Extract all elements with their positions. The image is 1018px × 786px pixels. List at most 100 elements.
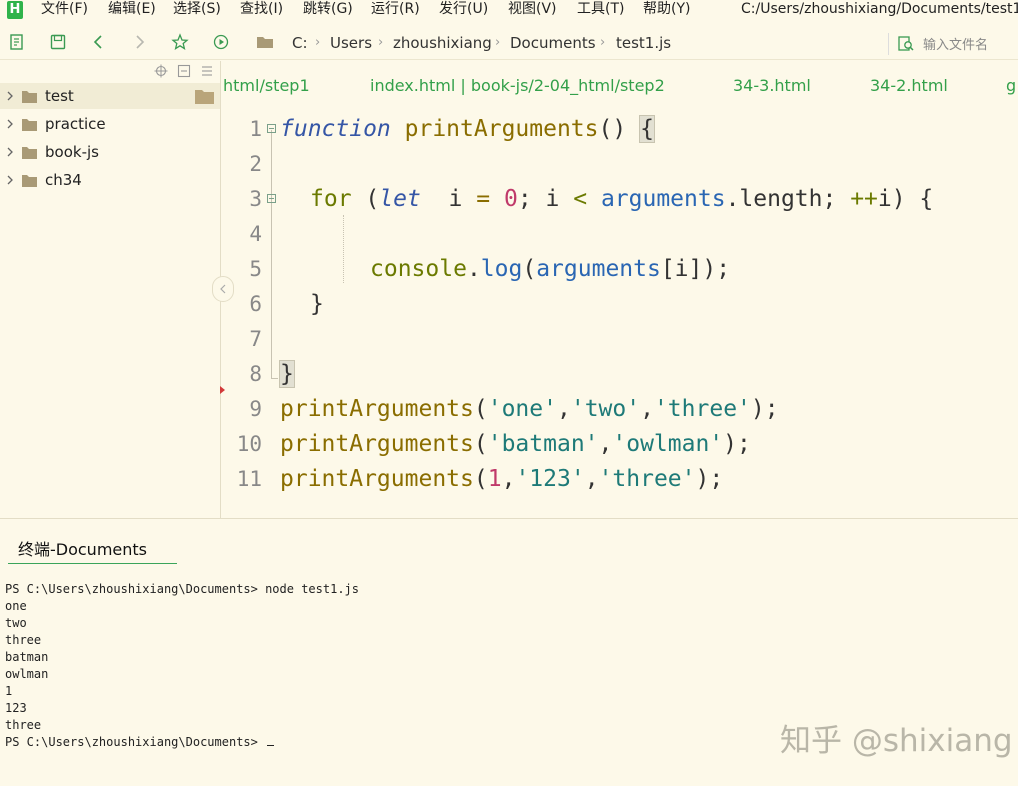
menu-help[interactable]: 帮助(Y) (643, 0, 690, 18)
menu-icon[interactable] (200, 64, 214, 78)
string: 'one' (487, 396, 557, 422)
file-search-box[interactable] (888, 33, 1018, 55)
punctuation: ( (473, 396, 488, 422)
menu-select[interactable]: 选择(S) (173, 0, 221, 18)
keyword: for (310, 186, 352, 212)
menu-tools[interactable]: 工具(T) (577, 0, 624, 18)
menu-find[interactable]: 查找(I) (240, 0, 283, 18)
code-line: 6 } (222, 286, 1018, 321)
tab-html-step1[interactable]: html/step1 (223, 76, 310, 96)
breadcrumb-chevron-icon: › (315, 35, 321, 50)
code-line: 3 for (let i = 0; i < arguments.length; … (222, 181, 1018, 216)
tree-item-test[interactable]: test (0, 83, 220, 109)
file-search-input[interactable] (923, 34, 1018, 54)
folder-icon (22, 91, 37, 103)
code-line: 9 printArguments('one','two','three'); (222, 391, 1018, 426)
menu-run[interactable]: 运行(R) (371, 0, 420, 18)
menu-edit[interactable]: 编辑(E) (108, 0, 156, 18)
new-file-icon[interactable] (8, 33, 26, 51)
matched-brace: } (279, 360, 295, 388)
code-line: 7 (222, 321, 1018, 356)
method: log (480, 256, 523, 282)
punctuation: . (466, 256, 481, 282)
function-name: printArguments (404, 116, 599, 142)
punctuation: ); (723, 431, 751, 457)
tree-item-ch34[interactable]: ch34 (0, 167, 220, 193)
run-icon[interactable] (212, 33, 230, 51)
folder-icon (22, 119, 37, 131)
toolbar: C: › Users › zhoushixiang › Documents › … (0, 26, 1018, 60)
function-call: printArguments (280, 431, 474, 457)
menu-view[interactable]: 视图(V) (508, 0, 557, 18)
fold-toggle-icon[interactable] (267, 124, 276, 133)
folder-icon (22, 175, 37, 187)
file-search-icon (898, 36, 914, 51)
locate-icon[interactable] (154, 64, 168, 78)
tree-item-label: test (45, 87, 74, 105)
punctuation: ( (473, 431, 488, 457)
breadcrumb-documents[interactable]: Documents (510, 34, 596, 52)
tree-item-book-js[interactable]: book-js (0, 139, 220, 165)
forward-icon[interactable] (130, 33, 148, 51)
string: 'batman' (487, 431, 599, 457)
line-number: 9 (249, 397, 262, 421)
menu-file[interactable]: 文件(F) (41, 0, 88, 18)
operator: = (476, 186, 491, 212)
collapse-all-icon[interactable] (177, 64, 191, 78)
tab-overflow[interactable]: g (1006, 76, 1016, 96)
tab-index-html[interactable]: index.html | book-js/2-04_html/step2 (370, 76, 665, 96)
code-text: printArguments('batman','owlman'); (280, 430, 751, 458)
string: '123' (515, 466, 585, 492)
code-line: 5 console.log(arguments[i]); (222, 251, 1018, 286)
chevron-right-icon[interactable] (5, 118, 15, 130)
breadcrumb-drive[interactable]: C: (292, 34, 308, 52)
terminal-panel: 终端-Documents PS C:\Users\zhoushixiang\Do… (0, 518, 1018, 786)
tree-item-label: ch34 (45, 171, 82, 189)
chevron-right-icon[interactable] (5, 146, 15, 158)
breadcrumb-file[interactable]: test1.js (616, 34, 671, 52)
number: 0 (503, 186, 518, 212)
line-number: 2 (249, 152, 262, 176)
line-number: 6 (249, 292, 262, 316)
star-icon[interactable] (171, 33, 189, 51)
punctuation: ( (365, 186, 380, 212)
app-logo-icon[interactable]: H (7, 1, 23, 19)
string: 'owlman' (612, 431, 724, 457)
keyword: function (280, 116, 391, 142)
punctuation: , (584, 466, 599, 492)
breadcrumb-users[interactable]: Users (330, 34, 372, 52)
punctuation: , (501, 466, 516, 492)
breadcrumb-chevron-icon: › (378, 35, 384, 50)
breadcrumb-chevron-icon: › (495, 35, 501, 50)
punctuation: , (598, 431, 613, 457)
save-icon[interactable] (49, 33, 67, 51)
number: 1 (487, 466, 502, 492)
tab-34-2[interactable]: 34-2.html (870, 76, 948, 96)
code-text: printArguments('one','two','three'); (280, 395, 779, 423)
menu-goto[interactable]: 跳转(G) (303, 0, 353, 18)
code-editor[interactable]: 1 function printArguments() { 2 3 for (l… (222, 108, 1018, 516)
breadcrumb-user[interactable]: zhoushixiang (393, 34, 492, 52)
line-number: 8 (249, 362, 262, 386)
fold-toggle-icon[interactable] (267, 194, 276, 203)
punctuation: ); (750, 396, 779, 422)
menu-publish[interactable]: 发行(U) (439, 0, 488, 18)
code-text: for (let i = 0; i < arguments.length; ++… (310, 185, 933, 213)
code-fragment: .length; (725, 186, 851, 212)
folder-icon (22, 147, 37, 159)
tree-item-practice[interactable]: practice (0, 111, 220, 137)
tab-34-3[interactable]: 34-3.html (733, 76, 811, 96)
chevron-right-icon[interactable] (5, 90, 15, 102)
window-title-path: C:/Users/zhoushixiang/Documents/test1.js (741, 1, 1018, 17)
line-number: 10 (236, 432, 262, 456)
terminal-tab[interactable]: 终端-Documents (8, 538, 177, 564)
code-text: printArguments(1,'123','three'); (280, 465, 723, 493)
code-line: 10 printArguments('batman','owlman'); (222, 426, 1018, 461)
operator: ++ (850, 186, 878, 212)
open-folder-icon[interactable] (195, 89, 214, 104)
chevron-right-icon[interactable] (5, 174, 15, 186)
terminal-output[interactable]: PS C:\Users\zhoushixiang\Documents> node… (5, 581, 359, 751)
back-icon[interactable] (90, 33, 108, 51)
breadcrumb-chevron-icon: › (600, 35, 606, 50)
line-number: 4 (249, 222, 262, 246)
